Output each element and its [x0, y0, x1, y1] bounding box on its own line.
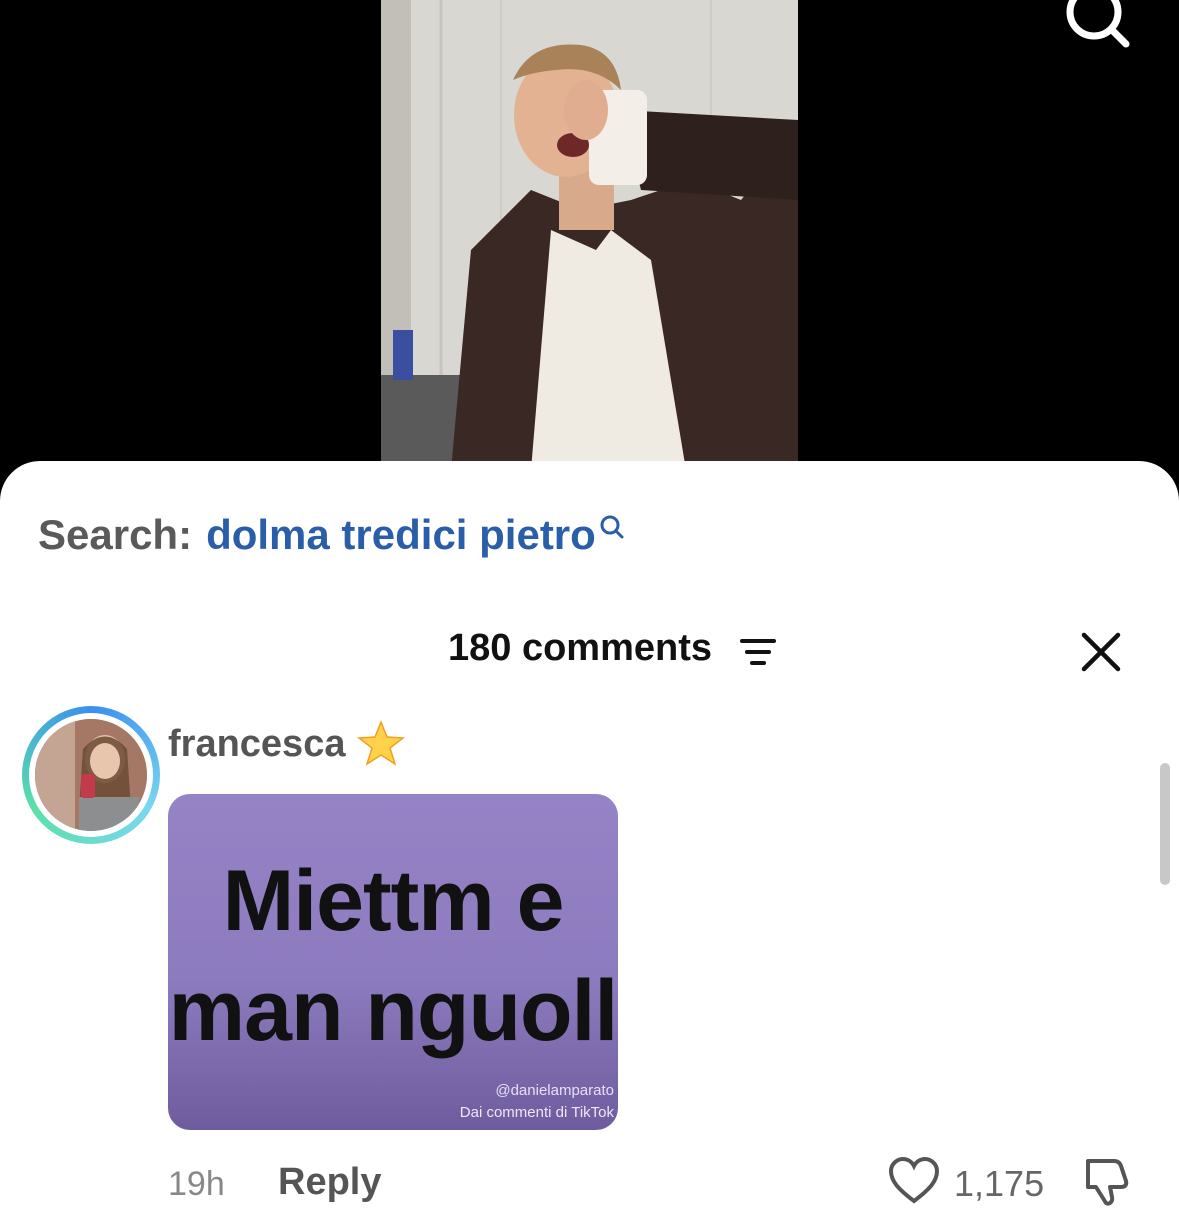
comment-username[interactable]: francesca [168, 723, 345, 766]
avatar-image [35, 719, 147, 831]
search-icon[interactable] [1062, 0, 1132, 50]
search-prefix: Search: [38, 511, 193, 558]
avatar[interactable] [22, 706, 160, 844]
filter-icon[interactable] [740, 637, 776, 667]
comment-sticker[interactable]: Miettm e man nguoll @danielamparato Dai … [168, 794, 618, 1130]
search-query[interactable]: dolma tredici pietro [206, 511, 596, 559]
close-icon[interactable] [1080, 631, 1122, 673]
video-area[interactable] [0, 0, 1179, 480]
comments-header: 180 comments [0, 627, 1179, 677]
comments-sheet: Search: dolma tredici pietro 180 comment… [0, 461, 1179, 1221]
scrollbar[interactable] [1160, 763, 1170, 885]
video-person-image [381, 0, 798, 470]
sticker-text-line2: man nguoll [168, 963, 618, 1059]
sticker-text-line1: Miettm e [222, 853, 565, 949]
heart-icon[interactable] [888, 1157, 940, 1205]
search-suggestion[interactable]: Search: dolma tredici pietro [38, 511, 626, 559]
dislike-icon[interactable] [1080, 1157, 1132, 1207]
comments-count: 180 comments [448, 627, 713, 669]
search-icon [600, 515, 624, 539]
reply-button[interactable]: Reply [278, 1161, 381, 1204]
star-icon [357, 719, 405, 766]
video-frame[interactable] [381, 0, 798, 470]
sticker-watermark-user: @danielamparato [495, 1082, 614, 1099]
sticker-watermark-source: Dai commenti di TikTok [459, 1104, 614, 1121]
comment-time: 19h [168, 1165, 225, 1203]
